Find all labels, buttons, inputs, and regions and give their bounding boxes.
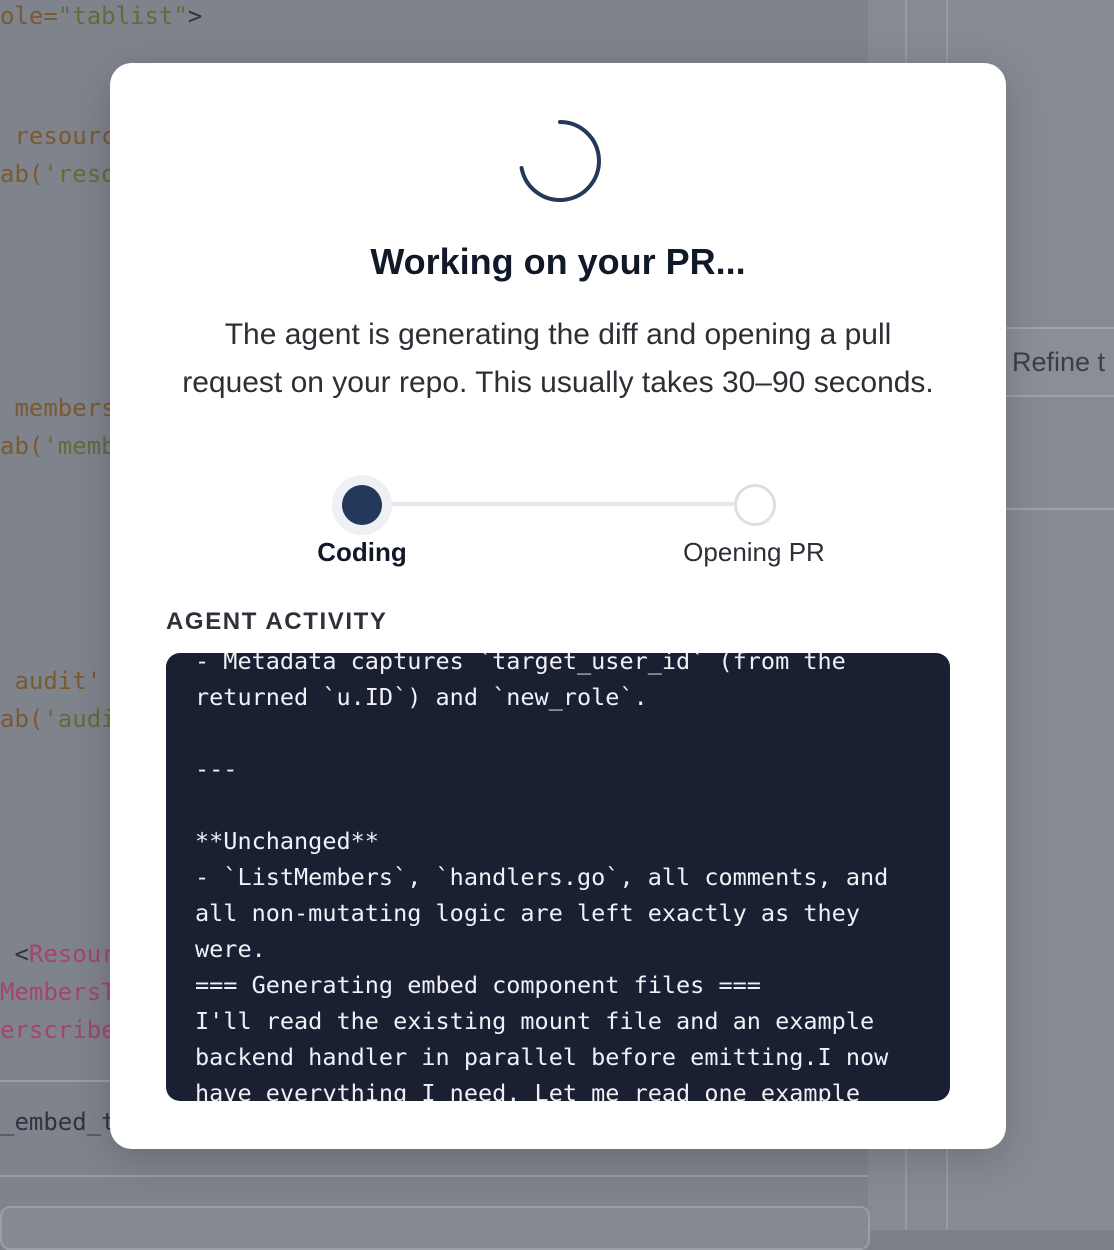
code-line: resourc bbox=[0, 122, 116, 150]
code-line: ab('reso bbox=[0, 160, 116, 188]
refine-input: Refine t bbox=[1006, 327, 1114, 397]
code-token: _embed_t bbox=[0, 1108, 116, 1136]
code-token: audit' bbox=[0, 667, 102, 695]
step-label-opening-pr: Opening PR bbox=[683, 537, 825, 567]
code-token: erscribe bbox=[0, 1016, 116, 1044]
modal-title: Working on your PR... bbox=[370, 241, 746, 282]
code-token: "tablist" bbox=[57, 2, 188, 30]
modal-description: The agent is generating the diff and ope… bbox=[182, 318, 934, 399]
background-input-box bbox=[0, 1206, 870, 1250]
code-token: MembersT bbox=[0, 978, 116, 1006]
code-token: ab( bbox=[0, 705, 44, 733]
code-token: Resour bbox=[28, 940, 116, 968]
agent-activity-heading: AGENT ACTIVITY bbox=[166, 608, 388, 635]
code-token: ab( bbox=[0, 432, 44, 460]
editor-divider bbox=[0, 1175, 868, 1177]
agent-activity-log[interactable]: - Metadata captures `target_user_id` (fr… bbox=[166, 653, 950, 1101]
panel-divider bbox=[1006, 508, 1114, 510]
pr-progress-modal: Working on your PR... The agent is gener… bbox=[110, 63, 1006, 1149]
code-token: 'audi bbox=[43, 705, 116, 733]
code-line: audit' bbox=[0, 667, 101, 695]
step-active-dot bbox=[342, 485, 382, 525]
loading-spinner-icon bbox=[519, 120, 601, 202]
code-line: <Resour bbox=[0, 940, 116, 968]
step-opening-pr-indicator bbox=[734, 484, 776, 526]
code-line: _embed_t bbox=[0, 1108, 116, 1136]
code-line: erscribe bbox=[0, 1016, 116, 1044]
code-token: > bbox=[187, 2, 203, 30]
step-label-coding: Coding bbox=[317, 537, 407, 567]
code-line: members bbox=[0, 394, 116, 422]
code-line: ab('memb bbox=[0, 432, 116, 460]
code-line: MembersT bbox=[0, 978, 116, 1006]
agent-activity-log-text: - Metadata captures `target_user_id` (fr… bbox=[195, 653, 889, 1101]
code-token: 'reso bbox=[43, 160, 116, 188]
code-token: resourc bbox=[0, 122, 116, 150]
code-token: < bbox=[0, 940, 29, 968]
code-token: members bbox=[0, 394, 116, 422]
step-coding-indicator bbox=[332, 475, 392, 535]
code-token: ab( bbox=[0, 160, 44, 188]
progress-track bbox=[362, 502, 754, 506]
code-token: ole= bbox=[0, 2, 58, 30]
code-token: 'memb bbox=[43, 432, 116, 460]
code-line: ole="tablist"> bbox=[0, 2, 202, 30]
code-line: ab('audi bbox=[0, 705, 116, 733]
